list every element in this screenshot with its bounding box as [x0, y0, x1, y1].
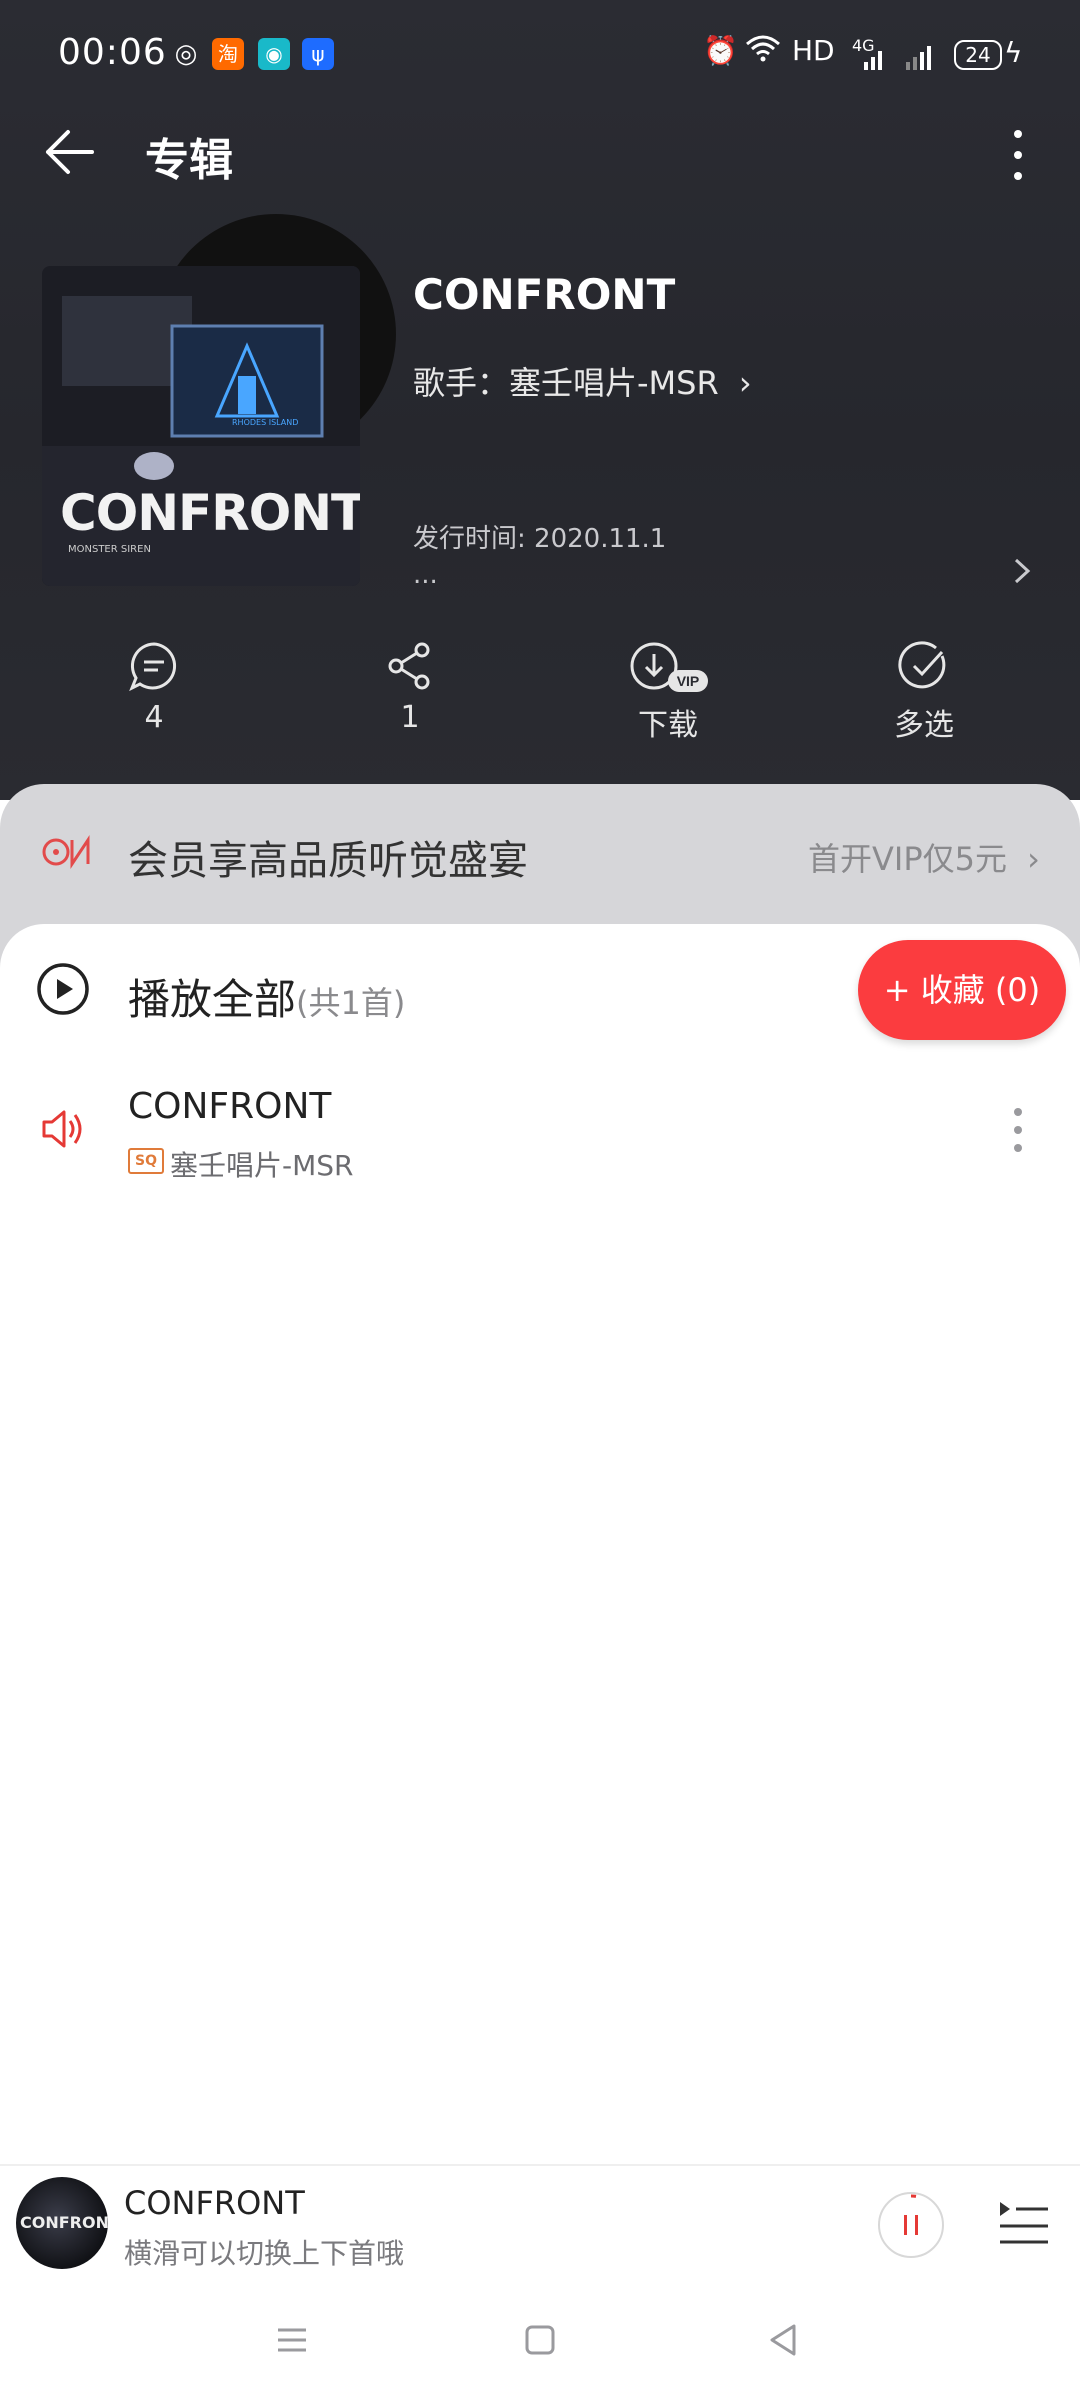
vip-promo-text: 会员享高品质听觉盛宴	[128, 838, 528, 884]
comment-count: 4	[144, 700, 164, 735]
song-artist: 塞壬唱片-MSR	[170, 1149, 354, 1182]
play-all-button[interactable]: 播放全部(共1首)	[128, 966, 405, 1027]
mini-player-hint: 横滑可以切换上下首哦	[124, 2237, 405, 2270]
release-date: 发行时间: 2020.11.1	[413, 524, 667, 554]
app-notification-icon: ◉	[258, 38, 290, 70]
charging-icon: ϟ	[1004, 36, 1023, 69]
mini-player-cover[interactable]: CONFRONT	[16, 2177, 108, 2269]
chevron-right-icon: ›	[1027, 840, 1040, 878]
album-description: ...	[413, 560, 438, 590]
netease-notification-icon: ◎	[174, 39, 198, 69]
status-bar: 00:06 ◎ 淘 ◉ ψ ⏰ HD 4G 24 ϟ	[0, 0, 1080, 110]
back-arrow-icon[interactable]	[42, 124, 98, 184]
download-label: 下载	[638, 708, 698, 743]
play-all-icon[interactable]	[36, 962, 90, 1020]
multi-select-icon	[898, 641, 946, 689]
vip-logo-icon	[40, 832, 94, 876]
comment-button[interactable]: 4	[64, 640, 244, 735]
vip-offer-text: 首开VIP仅5元	[808, 840, 1007, 878]
signal-icon	[852, 48, 886, 74]
wifi-icon	[745, 34, 781, 69]
playlist-icon[interactable]	[996, 2196, 1052, 2256]
mini-player-title: CONFRONT	[124, 2184, 305, 2222]
usb-notification-icon: ψ	[302, 38, 334, 70]
mini-cover-text: CONFRONT	[20, 2213, 108, 2232]
vip-offer-link[interactable]: 首开VIP仅5元 ›	[808, 834, 1040, 880]
collect-button[interactable]: + 收藏 (0)	[858, 940, 1066, 1040]
battery-level: 24	[954, 40, 1002, 70]
recent-apps-icon[interactable]	[272, 2320, 312, 2364]
share-icon	[388, 642, 430, 690]
pause-icon	[904, 2194, 918, 2235]
status-time: 00:06	[58, 32, 167, 73]
description-chevron-icon[interactable]	[1010, 556, 1034, 590]
home-icon[interactable]	[520, 2320, 560, 2364]
song-more-icon[interactable]	[1000, 1100, 1036, 1164]
signal-2-icon	[902, 44, 936, 74]
play-all-label: 播放全部	[128, 975, 297, 1024]
album-artist-link[interactable]: 歌手：塞壬唱片-MSR ›	[413, 358, 752, 404]
now-playing-speaker-icon	[38, 1104, 88, 1158]
alarm-icon: ⏰	[703, 34, 738, 67]
album-actions: 4 1 VIP 下载 多选	[0, 640, 1080, 760]
download-button[interactable]: VIP 下载	[578, 640, 758, 744]
vip-badge: VIP	[677, 673, 700, 689]
chevron-right-icon: ›	[738, 364, 752, 402]
share-count: 1	[400, 700, 420, 735]
share-button[interactable]: 1	[320, 640, 500, 735]
album-title: CONFRONT	[413, 270, 676, 319]
page-title: 专辑	[145, 135, 233, 186]
multi-select-label: 多选	[894, 708, 954, 743]
cover-title-text: CONFRONT	[60, 484, 360, 542]
more-options-icon[interactable]	[1000, 120, 1036, 194]
comment-icon	[129, 642, 177, 692]
cover-logo-text: RHODES ISLAND	[232, 418, 299, 427]
album-cover[interactable]: CONFRONT MONSTER SIREN RHODES ISLAND	[42, 266, 360, 586]
album-artist: 歌手：塞壬唱片-MSR	[413, 364, 719, 402]
pause-button[interactable]	[878, 2192, 944, 2258]
system-nav-bar	[0, 2294, 1080, 2400]
multi-select-button[interactable]: 多选	[834, 640, 1014, 744]
hd-indicator: HD	[792, 34, 835, 67]
song-count: (共1首)	[296, 984, 406, 1022]
nav-bar: 专辑	[0, 110, 1080, 200]
download-vip-icon: VIP	[630, 642, 708, 692]
song-title: CONFRONT	[128, 1086, 332, 1127]
sq-quality-badge: SQ	[128, 1148, 164, 1174]
cover-brand-text: MONSTER SIREN	[68, 544, 151, 555]
back-icon[interactable]	[764, 2320, 804, 2364]
taobao-notification-icon: 淘	[212, 38, 244, 70]
